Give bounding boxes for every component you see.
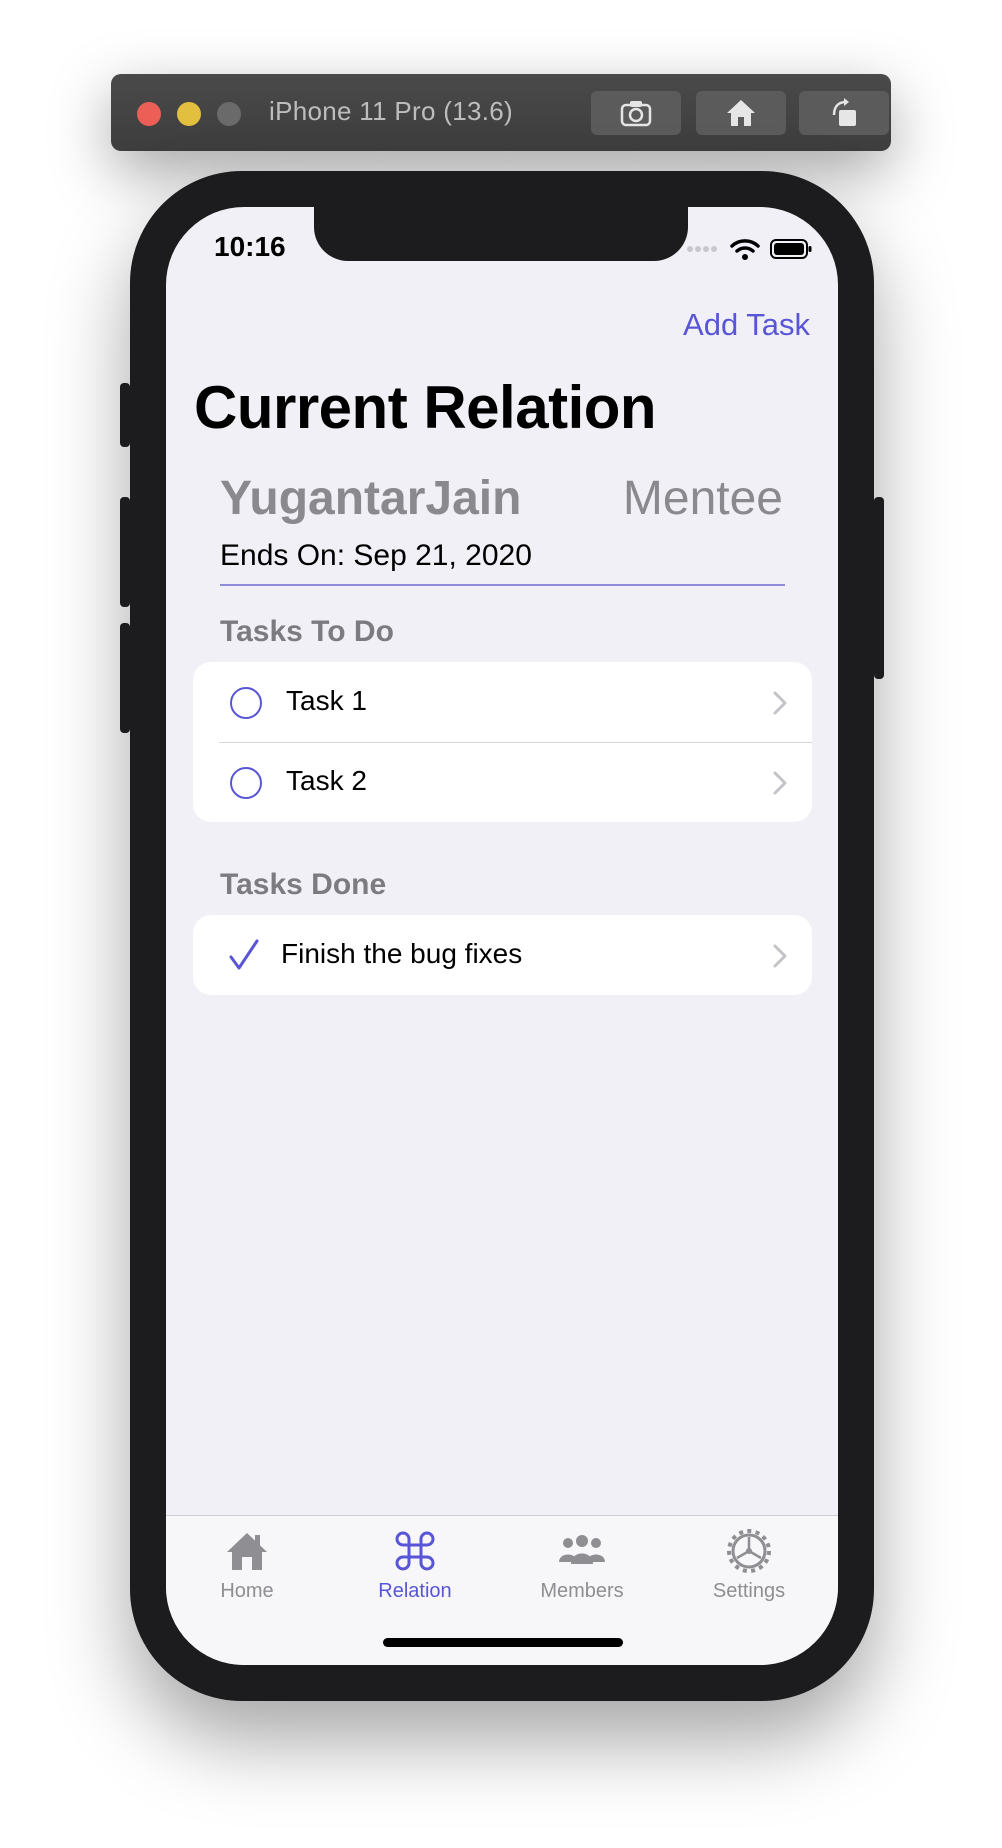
status-time: 10:16 bbox=[214, 231, 286, 262]
tasks-todo-list: Task 1 Task 2 bbox=[193, 662, 812, 822]
volume-down-button bbox=[120, 623, 130, 733]
add-task-button[interactable]: Add Task bbox=[683, 307, 810, 343]
gear-icon bbox=[727, 1529, 771, 1573]
house-icon bbox=[227, 1533, 267, 1570]
task-row[interactable]: Finish the bug fixes bbox=[193, 915, 812, 995]
notch bbox=[314, 207, 688, 261]
chevron-right-icon bbox=[773, 691, 787, 715]
simulator-toolbar: iPhone 11 Pro (13.6) bbox=[111, 74, 891, 151]
task-row[interactable]: Task 2 bbox=[193, 742, 812, 822]
minimize-window-button[interactable] bbox=[177, 102, 201, 126]
rotate-icon bbox=[832, 98, 856, 126]
checkmark-icon bbox=[229, 939, 259, 970]
relation-role: Mentee bbox=[622, 472, 783, 525]
task-row[interactable]: Task 1 bbox=[193, 662, 812, 742]
empty-circle-icon[interactable] bbox=[230, 767, 262, 799]
divider bbox=[220, 584, 785, 586]
people-icon bbox=[559, 1535, 605, 1564]
camera-icon bbox=[620, 101, 652, 127]
home-button[interactable] bbox=[696, 91, 786, 135]
tasks-todo-header: Tasks To Do bbox=[220, 615, 394, 648]
tasks-done-header: Tasks Done bbox=[220, 868, 387, 901]
tab-bar: Home Relation Members Settings bbox=[166, 1515, 838, 1665]
task-label: Task 2 bbox=[286, 765, 367, 796]
home-indicator[interactable] bbox=[383, 1638, 623, 1647]
wifi-icon bbox=[730, 239, 760, 260]
chevron-right-icon bbox=[773, 944, 787, 968]
rotate-button[interactable] bbox=[799, 91, 889, 135]
status-indicators bbox=[686, 237, 812, 261]
zoom-window-button[interactable] bbox=[217, 102, 241, 126]
iphone-device-frame: 10:16 Add Task Current Relation Yugantar… bbox=[120, 171, 884, 1701]
relation-person-name: YugantarJain bbox=[220, 472, 522, 525]
tab-label: Home bbox=[220, 1580, 274, 1602]
task-label: Task 1 bbox=[286, 685, 367, 716]
tasks-done-list: Finish the bug fixes bbox=[193, 915, 812, 995]
empty-circle-icon[interactable] bbox=[230, 687, 262, 719]
app-screen: 10:16 Add Task Current Relation Yugantar… bbox=[166, 207, 838, 1665]
tab-label: Settings bbox=[712, 1580, 786, 1602]
power-button bbox=[874, 497, 884, 679]
close-window-button[interactable] bbox=[137, 102, 161, 126]
tab-settings[interactable]: Settings bbox=[674, 1528, 824, 1603]
volume-up-button bbox=[120, 497, 130, 607]
task-label: Finish the bug fixes bbox=[281, 938, 523, 969]
mute-switch bbox=[120, 383, 130, 447]
signal-icon bbox=[687, 246, 717, 252]
page-title: Current Relation bbox=[194, 374, 657, 441]
tab-label: Relation bbox=[378, 1580, 452, 1602]
screenshot-button[interactable] bbox=[591, 91, 681, 135]
battery-icon bbox=[770, 239, 812, 259]
tab-members[interactable]: Members bbox=[507, 1528, 657, 1603]
tab-label: Members bbox=[540, 1580, 624, 1602]
chevron-right-icon bbox=[773, 771, 787, 795]
home-icon bbox=[727, 100, 755, 126]
simulator-window: iPhone 11 Pro (13.6) 10:16 Add Task Curr… bbox=[0, 0, 1002, 1848]
command-icon bbox=[395, 1531, 435, 1571]
tab-home[interactable]: Home bbox=[172, 1528, 322, 1603]
relation-end-date: Ends On: Sep 21, 2020 bbox=[220, 539, 532, 572]
tab-relation[interactable]: Relation bbox=[340, 1528, 490, 1603]
simulator-title: iPhone 11 Pro (13.6) bbox=[269, 96, 513, 126]
